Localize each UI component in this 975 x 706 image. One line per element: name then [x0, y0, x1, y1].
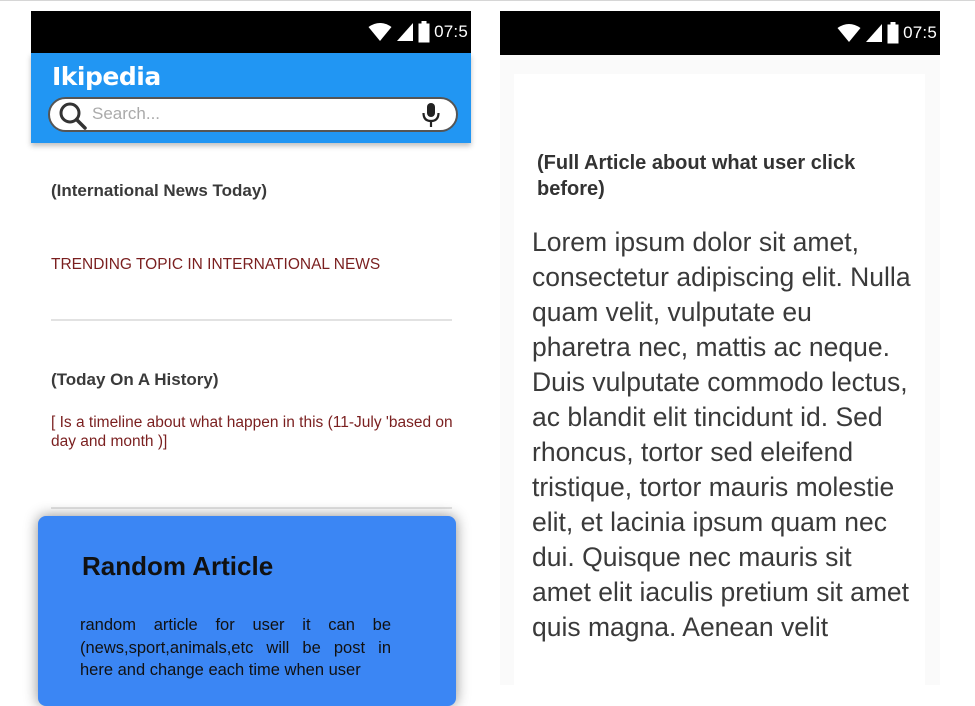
cell-signal-icon — [397, 23, 414, 41]
search-bar[interactable] — [48, 97, 458, 132]
battery-icon — [887, 22, 899, 44]
search-icon[interactable] — [58, 101, 88, 131]
section-divider — [51, 319, 452, 321]
article-heading: (Full Article about what user click befo… — [537, 152, 856, 200]
status-bar: 07:5 — [500, 11, 940, 55]
cell-signal-icon — [866, 24, 883, 42]
battery-icon — [418, 21, 430, 43]
article-screen: 07:5 (Full Article about what user click… — [500, 11, 940, 694]
microphone-icon[interactable] — [420, 102, 442, 128]
wifi-icon — [837, 24, 861, 42]
random-article-card[interactable]: Random Article random article for user i… — [38, 516, 456, 706]
status-icons: 07:5 — [368, 11, 468, 53]
wifi-icon — [368, 23, 392, 41]
app-title: Ikipedia — [52, 62, 161, 91]
today-history-title: (Today On A History) — [51, 370, 219, 389]
app-bar: Ikipedia — [31, 53, 471, 143]
trending-topic-link[interactable]: TRENDING TOPIC IN INTERNATIONAL NEWS — [51, 256, 380, 274]
status-bar: 07:5 — [31, 11, 471, 53]
article-card: (Full Article about what user click befo… — [514, 74, 925, 694]
article-body: Lorem ipsum dolor sit amet, consectetur … — [532, 227, 911, 642]
status-icons: 07:5 — [837, 11, 937, 55]
status-time: 07:5 — [903, 23, 937, 42]
search-input[interactable] — [92, 103, 412, 125]
top-border — [0, 0, 975, 1]
international-news-title: (International News Today) — [51, 181, 267, 200]
random-article-text: random article for user it can be (news,… — [80, 616, 391, 679]
home-screen: 07:5 Ikipedia (International News Today)… — [31, 11, 471, 706]
random-article-title: Random Article — [82, 551, 274, 581]
history-timeline-text[interactable]: [ Is a timeline about what happen in thi… — [51, 413, 453, 451]
section-divider — [51, 507, 452, 509]
status-time: 07:5 — [434, 22, 468, 41]
